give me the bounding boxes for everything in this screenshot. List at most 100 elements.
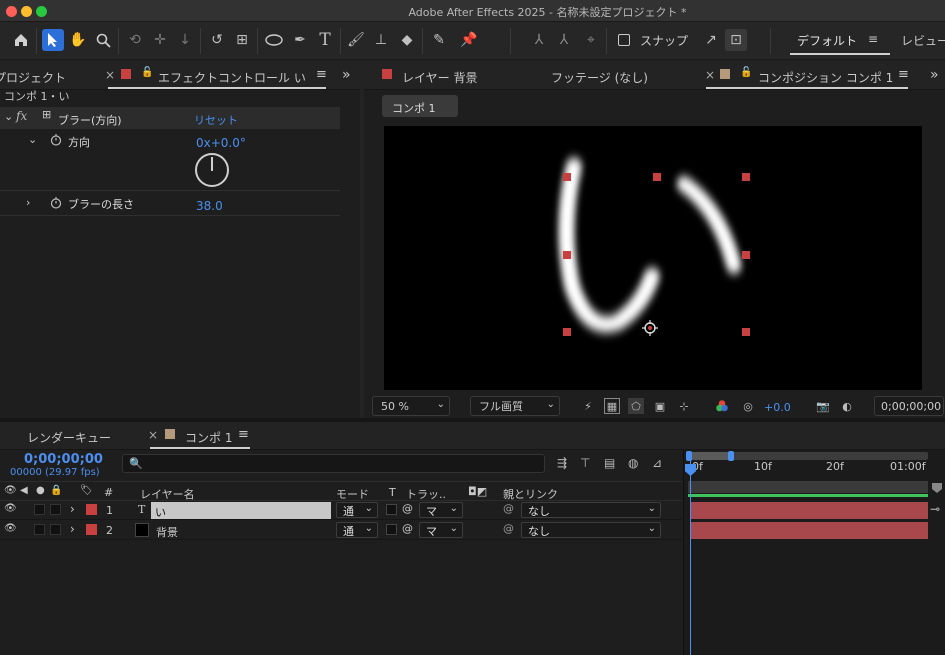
eye-icon[interactable]: 👁 <box>4 523 17 534</box>
panel-overflow-icon[interactable]: » <box>342 67 351 83</box>
playhead-line[interactable] <box>690 460 691 655</box>
reset-exposure-icon[interactable]: ◎ <box>740 398 756 414</box>
frame-blending-icon[interactable]: ▤ <box>604 456 615 470</box>
direction-value[interactable]: 0x+0.0° <box>196 136 246 150</box>
reset-link[interactable]: リセット <box>194 112 238 128</box>
solo-toggle[interactable] <box>34 504 45 515</box>
solo-toggle[interactable] <box>34 524 45 535</box>
transform-handle[interactable] <box>653 173 661 181</box>
transform-handle[interactable] <box>563 328 571 336</box>
lock-icon[interactable]: 🔓 <box>141 67 153 78</box>
orbit-camera-icon[interactable]: ⟲ <box>124 29 146 51</box>
layer-row[interactable]: 👁 › 2 背景 通 ⌄ @ マ ⌄ @ なし ⌄ <box>0 521 682 540</box>
zoom-tool-icon[interactable] <box>92 29 114 51</box>
exposure-value[interactable]: +0.0 <box>764 401 791 414</box>
comp-timeline-tab[interactable]: コンポ 1 <box>185 429 232 446</box>
workspace-default-tab[interactable]: デフォルト <box>797 32 857 49</box>
expand-chevron-icon[interactable]: ⌄ <box>28 133 37 146</box>
close-tab-icon[interactable]: × <box>705 68 715 82</box>
grid-guides-icon[interactable]: ⊹ <box>676 398 692 414</box>
close-tab-icon[interactable]: × <box>105 68 115 82</box>
parent-dropdown[interactable]: なし ⌄ <box>521 522 661 538</box>
time-navigator[interactable] <box>686 451 928 461</box>
viewer-timecode[interactable]: 0;00;00;00 <box>874 396 944 416</box>
expand-layer-chevron-icon[interactable]: › <box>70 502 75 516</box>
pen-tool-icon[interactable]: ✒ <box>289 29 311 51</box>
composition-canvas[interactable] <box>384 126 922 390</box>
mask-visibility-icon[interactable]: ⬠ <box>628 398 644 414</box>
transparency-grid-icon[interactable]: ▦ <box>604 398 620 414</box>
lock-toggle[interactable] <box>50 524 61 535</box>
playhead-handle[interactable] <box>685 464 696 476</box>
ellipse-tool-icon[interactable] <box>263 29 285 51</box>
close-tab-icon[interactable]: × <box>148 428 158 442</box>
effect-controls-tab[interactable]: エフェクトコントロール い <box>158 69 306 86</box>
anchor-point-tool-icon[interactable]: ⊞ <box>231 29 253 51</box>
work-area-bar[interactable] <box>688 481 928 493</box>
dolly-camera-icon[interactable]: ↓ <box>174 29 196 51</box>
fast-preview-icon[interactable]: ⚡ <box>580 398 596 414</box>
snap-edges-icon[interactable]: ↗ <box>700 29 722 51</box>
selection-tool-icon[interactable] <box>42 29 64 51</box>
anchor-point-icon[interactable] <box>642 320 658 336</box>
effect-header-row[interactable]: ⌄ fx ⊞ ブラー(方向) リセット <box>0 107 340 129</box>
current-time-display[interactable]: 0;00;00;00 <box>24 452 103 467</box>
motion-blur-icon[interactable]: ◍ <box>628 456 638 470</box>
axis-world-icon[interactable]: ⅄ <box>553 29 575 51</box>
layer-row[interactable]: 👁 › 1 T い 通 ⌄ @ マ ⌄ @ なし ⌄ <box>0 501 682 520</box>
time-navigator-range[interactable] <box>688 452 730 460</box>
lock-toggle[interactable] <box>50 504 61 515</box>
layer-label-swatch[interactable] <box>86 504 97 515</box>
layer-viewer-tab[interactable]: レイヤー 背景 <box>402 69 477 86</box>
blend-mode-dropdown[interactable]: 通 ⌄ <box>336 522 378 538</box>
preserve-transparency-checkbox[interactable] <box>386 524 397 535</box>
layer-duration-bar[interactable] <box>691 502 928 519</box>
navigator-end-handle[interactable] <box>728 451 734 461</box>
layer-search-input[interactable]: 🔍 <box>122 454 545 473</box>
layer-name-column-header[interactable]: レイヤー名 <box>140 486 195 502</box>
stopwatch-icon[interactable] <box>50 196 62 212</box>
brush-tool-icon[interactable]: 🖌 <box>345 29 367 51</box>
expand-chevron-icon[interactable]: › <box>26 196 30 209</box>
transform-handle[interactable] <box>563 251 571 259</box>
transform-handle[interactable] <box>742 173 750 181</box>
layer-label-swatch[interactable] <box>86 524 97 535</box>
workspace-review-tab[interactable]: レビュー <box>901 32 945 49</box>
footage-viewer-tab[interactable]: フッテージ (なし) <box>551 69 648 86</box>
matte-pickwhip-icon[interactable]: @ <box>402 522 413 535</box>
layer-duration-bar[interactable] <box>691 522 928 539</box>
blur-length-value[interactable]: 38.0 <box>196 199 223 213</box>
type-tool-icon[interactable]: T <box>314 29 336 51</box>
transform-handle[interactable] <box>742 251 750 259</box>
rotate-tool-icon[interactable]: ↺ <box>206 29 228 51</box>
preserve-transparency-checkbox[interactable] <box>386 504 397 515</box>
angle-dial[interactable] <box>195 153 229 187</box>
blend-mode-dropdown[interactable]: 通 ⌄ <box>336 502 378 518</box>
parent-pickwhip-icon[interactable]: @ <box>503 502 514 515</box>
collapse-chevron-icon[interactable]: ⌄ <box>4 110 13 123</box>
comp-end-marker-icon[interactable] <box>932 483 942 493</box>
expand-layer-chevron-icon[interactable]: › <box>70 522 75 536</box>
parent-pickwhip-icon[interactable]: @ <box>503 522 514 535</box>
parent-dropdown[interactable]: なし ⌄ <box>521 502 661 518</box>
render-queue-tab[interactable]: レンダーキュー <box>27 429 111 446</box>
track-matte-dropdown[interactable]: マ ⌄ <box>419 522 463 538</box>
snap-features-icon[interactable]: ⊡ <box>725 29 747 51</box>
stopwatch-icon[interactable] <box>50 133 62 149</box>
composition-mini-flowchart-icon[interactable]: ⇶ <box>557 456 567 470</box>
matte-pickwhip-icon[interactable]: @ <box>402 502 413 515</box>
lock-icon[interactable]: 🔓 <box>740 67 752 78</box>
panel-menu-icon[interactable]: ≡ <box>316 67 327 82</box>
puppet-pin-tool-icon[interactable]: 📌 <box>458 29 480 51</box>
resolution-dropdown[interactable]: フル画質 ⌄ <box>470 396 560 416</box>
panel-menu-icon[interactable]: ≡ <box>238 427 249 442</box>
track-matte-dropdown[interactable]: マ ⌄ <box>419 502 463 518</box>
snapshot-camera-icon[interactable]: 📷 <box>815 398 831 414</box>
roto-brush-tool-icon[interactable]: ✎ <box>428 29 450 51</box>
composition-viewer-tab[interactable]: コンポジション コンポ 1 <box>758 69 893 86</box>
region-of-interest-icon[interactable]: ▣ <box>652 398 668 414</box>
workspace-menu-icon[interactable]: ≡ <box>868 32 878 46</box>
zoom-dropdown[interactable]: 50 % ⌄ <box>372 396 450 416</box>
transform-handle[interactable] <box>742 328 750 336</box>
color-channels-icon[interactable] <box>714 398 730 414</box>
